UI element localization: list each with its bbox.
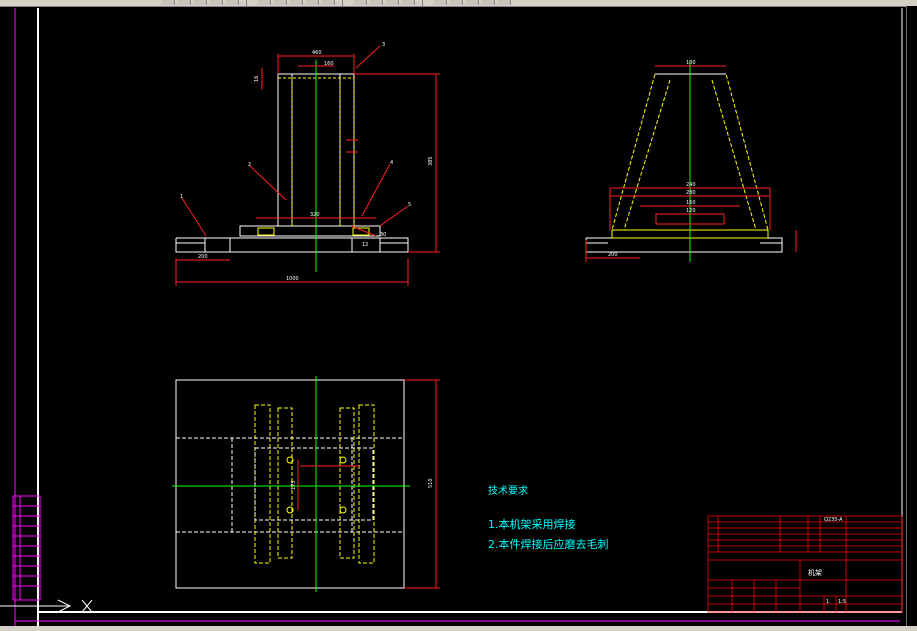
- dim-front-small-h: 16: [254, 76, 260, 82]
- title-scale: 1:5: [838, 599, 846, 605]
- zoom-previous-button[interactable]: [402, 0, 415, 5]
- redo-button[interactable]: [322, 0, 335, 5]
- dim-side-top-width: 100: [686, 60, 696, 66]
- front-view-dimension-text: 460 160 385 1000 200 320 16 30 12 1 2 3 …: [180, 42, 434, 282]
- side-view-dimension-text: 100 240 280 160 120 200: [608, 60, 696, 258]
- notes-item-2: 2.本件焊接后应磨去毛刺: [488, 537, 609, 551]
- save-button[interactable]: [194, 0, 207, 5]
- open-button[interactable]: [178, 0, 191, 5]
- dim-plan-hole-spacing: 175: [291, 480, 297, 490]
- paste-button[interactable]: [290, 0, 303, 5]
- dim-front-base-length: 1000: [286, 276, 299, 282]
- undo-button[interactable]: [306, 0, 319, 5]
- cut-button[interactable]: [258, 0, 271, 5]
- zoom-realtime-button[interactable]: [370, 0, 383, 5]
- technical-notes: 技术要求 1.本机架采用焊接 2.本件焊接后应磨去毛刺: [488, 484, 609, 551]
- balloon-3: 3: [382, 42, 385, 48]
- vertical-scrollbar[interactable]: [906, 6, 917, 631]
- sheet-frame: [14, 8, 903, 626]
- ucs-icon: [0, 599, 93, 613]
- title-drawing-name: 机架: [808, 568, 822, 577]
- plan-view: [172, 376, 440, 592]
- title-block: [707, 515, 903, 613]
- design-center-button[interactable]: [450, 0, 463, 5]
- dim-front-height: 385: [428, 156, 434, 166]
- notes-title: 技术要求: [488, 484, 528, 497]
- print-button[interactable]: [210, 0, 223, 5]
- dim-plan-height: 510: [428, 478, 434, 488]
- dim-front-top-width: 460: [312, 50, 322, 56]
- front-view: [175, 45, 440, 286]
- side-view: [585, 60, 797, 262]
- title-block-text: 机架 Q235-A 1:5 1: [808, 517, 846, 605]
- balloon-1: 1: [180, 194, 183, 200]
- title-sheet-no: 1: [826, 599, 829, 605]
- balloon-4: 4: [390, 160, 393, 166]
- dim-front-inner-width: 160: [324, 61, 334, 67]
- dim-front-center-span: 320: [310, 212, 320, 218]
- copy-button[interactable]: [274, 0, 287, 5]
- help-button[interactable]: [498, 0, 511, 5]
- pan-button[interactable]: [354, 0, 367, 5]
- notes-item-1: 1.本机架采用焊接: [488, 517, 576, 531]
- dim-side-mid2: 280: [686, 190, 696, 196]
- dim-front-left-step: 200: [198, 254, 208, 260]
- new-button[interactable]: [162, 0, 175, 5]
- dim-side-mid1: 240: [686, 182, 696, 188]
- left-margin-block: [12, 495, 41, 601]
- zoom-window-button[interactable]: [386, 0, 399, 5]
- balloon-2: 2: [248, 162, 251, 168]
- status-bar: [0, 626, 917, 631]
- dim-front-small-b: 12: [362, 242, 368, 248]
- plan-view-dimension-text: 510 175: [291, 478, 434, 490]
- title-material: Q235-A: [824, 517, 843, 523]
- markup-button[interactable]: [482, 0, 495, 5]
- dim-side-left-step: 200: [608, 252, 618, 258]
- dim-side-mid4: 120: [686, 208, 696, 214]
- dim-side-mid3: 160: [686, 200, 696, 206]
- preview-button[interactable]: [226, 0, 239, 5]
- properties-button[interactable]: [434, 0, 447, 5]
- tool-palettes-button[interactable]: [466, 0, 479, 5]
- dim-front-small-a: 30: [380, 232, 386, 238]
- drawing-canvas[interactable]: 460 160 385 1000 200 320 16 30 12 1 2 3 …: [0, 6, 907, 626]
- balloon-5: 5: [408, 202, 411, 208]
